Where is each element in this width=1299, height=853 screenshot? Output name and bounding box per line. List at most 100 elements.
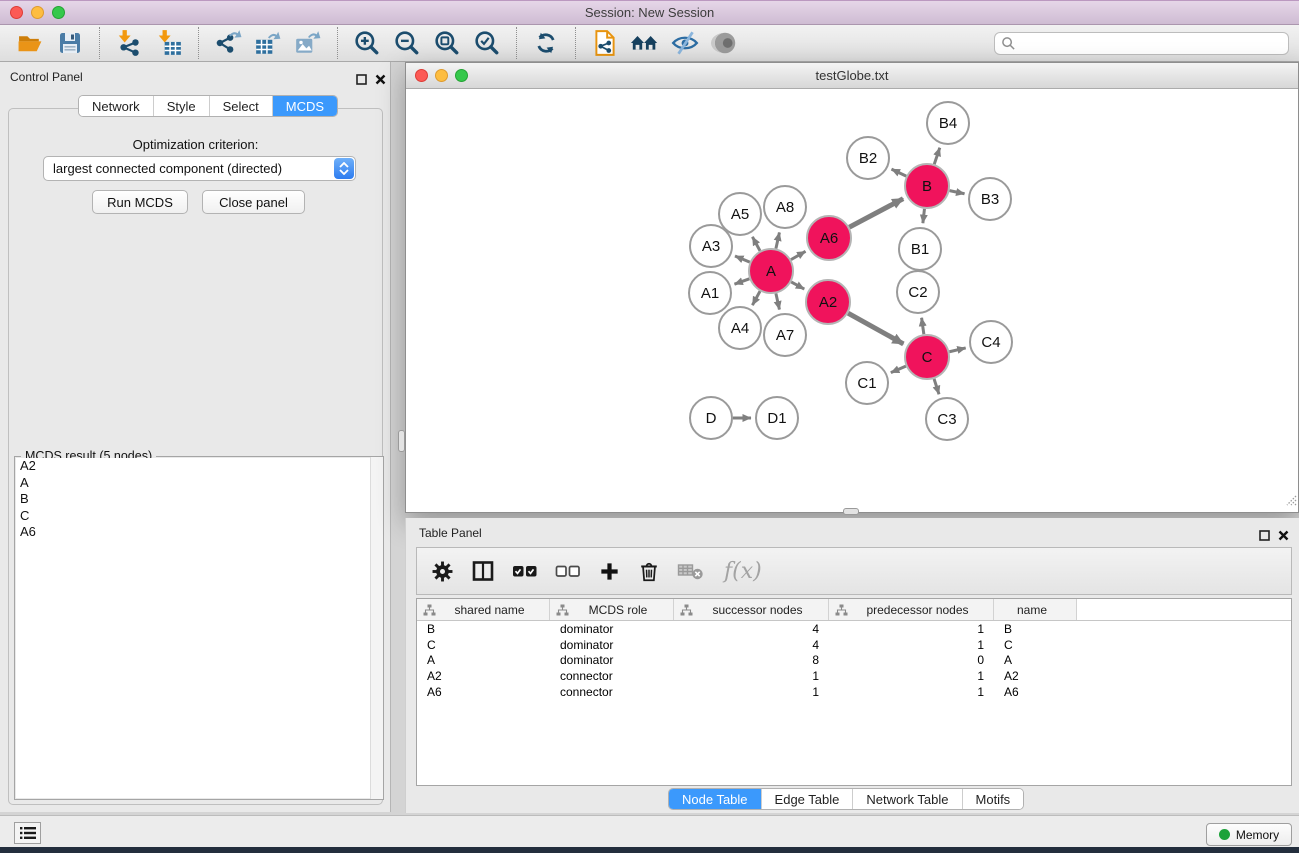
zoom-in-button[interactable] <box>352 28 382 58</box>
zoom-window-button[interactable] <box>52 6 65 19</box>
memory-button[interactable]: Memory <box>1206 823 1292 846</box>
export-table-button[interactable] <box>253 28 283 58</box>
graph-edge-A6-B[interactable] <box>849 199 903 228</box>
deselect-all-rows-button[interactable] <box>555 559 581 583</box>
horizontal-divider-handle[interactable] <box>843 508 859 515</box>
table-row[interactable]: A6connector11A6 <box>417 684 1291 700</box>
mcds-result-list[interactable]: A2ABCA6 <box>16 458 382 798</box>
graph-node-A2[interactable]: A2 <box>806 280 850 324</box>
network-canvas[interactable]: A5A8A6A3AA1A4A7A2B2B4BB3B1C2CC4C1C3DD1 <box>406 89 1298 512</box>
delete-table-button[interactable] <box>677 560 705 582</box>
show-all-button[interactable] <box>710 28 740 58</box>
create-column-button[interactable] <box>598 560 621 583</box>
graph-node-B3[interactable]: B3 <box>969 178 1011 220</box>
graph-edge-A-A2[interactable] <box>791 282 804 289</box>
close-network-window-button[interactable] <box>415 69 428 82</box>
tab-network[interactable]: Network <box>79 96 153 116</box>
result-list-item[interactable]: A <box>16 475 382 492</box>
graph-edge-C-C4[interactable] <box>949 348 965 352</box>
run-mcds-button[interactable]: Run MCDS <box>92 190 188 214</box>
graph-node-B4[interactable]: B4 <box>927 102 969 144</box>
column-visibility-button[interactable] <box>471 559 495 583</box>
close-window-button[interactable] <box>10 6 23 19</box>
column-header-predecessor-nodes[interactable]: predecessor nodes <box>829 599 994 620</box>
graph-edge-B-B4[interactable] <box>934 148 940 165</box>
save-session-button[interactable] <box>55 28 85 58</box>
import-network-button[interactable] <box>114 28 144 58</box>
graph-node-A8[interactable]: A8 <box>764 186 806 228</box>
network-window-titlebar[interactable]: testGlobe.txt <box>406 63 1298 89</box>
result-list-item[interactable]: A6 <box>16 524 382 541</box>
column-header-name[interactable]: name <box>994 599 1077 620</box>
tab-style[interactable]: Style <box>153 96 209 116</box>
zoom-out-button[interactable] <box>392 28 422 58</box>
criterion-dropdown[interactable]: largest connected component (directed) <box>43 156 356 181</box>
graph-node-B1[interactable]: B1 <box>899 228 941 270</box>
select-all-rows-button[interactable] <box>512 559 538 583</box>
tab-select[interactable]: Select <box>209 96 272 116</box>
table-settings-button[interactable] <box>431 560 454 583</box>
resize-grip-icon[interactable] <box>1283 492 1297 511</box>
result-list-item[interactable]: C <box>16 508 382 525</box>
table-row[interactable]: Cdominator41C <box>417 637 1291 653</box>
graph-node-A7[interactable]: A7 <box>764 314 806 356</box>
float-panel-icon[interactable] <box>356 72 367 90</box>
graph-edge-B-B2[interactable] <box>891 169 906 176</box>
network-graph[interactable]: A5A8A6A3AA1A4A7A2B2B4BB3B1C2CC4C1C3DD1 <box>406 89 1298 512</box>
table-row[interactable]: A2connector11A2 <box>417 668 1291 684</box>
graph-edge-A-A6[interactable] <box>791 251 806 259</box>
minimize-network-window-button[interactable] <box>435 69 448 82</box>
search-field[interactable] <box>994 32 1289 55</box>
graph-edge-A-A8[interactable] <box>776 232 780 248</box>
graph-node-C2[interactable]: C2 <box>897 271 939 313</box>
tab-node-table[interactable]: Node Table <box>669 789 761 809</box>
graph-node-D1[interactable]: D1 <box>756 397 798 439</box>
result-list-item[interactable]: A2 <box>16 458 382 475</box>
graph-edge-A-A7[interactable] <box>776 293 780 309</box>
new-network-from-selection-button[interactable] <box>590 28 620 58</box>
tab-network-table[interactable]: Network Table <box>852 789 961 809</box>
graph-node-D[interactable]: D <box>690 397 732 439</box>
graph-edge-A-A1[interactable] <box>734 279 749 284</box>
graph-node-C1[interactable]: C1 <box>846 362 888 404</box>
close-panel-icon[interactable] <box>375 72 386 90</box>
graph-node-C3[interactable]: C3 <box>926 398 968 440</box>
first-neighbors-button[interactable] <box>630 28 660 58</box>
table-row[interactable]: Bdominator41B <box>417 621 1291 637</box>
delete-column-button[interactable] <box>638 560 660 583</box>
graph-node-B[interactable]: B <box>905 164 949 208</box>
graph-node-A1[interactable]: A1 <box>689 272 731 314</box>
table-row[interactable]: Adominator80A <box>417 652 1291 668</box>
graph-edge-A-A4[interactable] <box>752 291 760 305</box>
graph-node-A4[interactable]: A4 <box>719 307 761 349</box>
zoom-network-window-button[interactable] <box>455 69 468 82</box>
graph-node-B2[interactable]: B2 <box>847 137 889 179</box>
search-input[interactable] <box>1016 36 1282 50</box>
graph-edge-B-B3[interactable] <box>950 191 965 194</box>
column-header-shared-name[interactable]: shared name <box>417 599 550 620</box>
graph-node-A3[interactable]: A3 <box>690 225 732 267</box>
tab-edge-table[interactable]: Edge Table <box>761 789 853 809</box>
hide-selected-button[interactable] <box>670 28 700 58</box>
close-panel-button[interactable]: Close panel <box>202 190 305 214</box>
zoom-selected-button[interactable] <box>472 28 502 58</box>
graph-node-A[interactable]: A <box>749 249 793 293</box>
column-header-MCDS-role[interactable]: MCDS role <box>550 599 674 620</box>
result-list-item[interactable]: B <box>16 491 382 508</box>
export-image-button[interactable] <box>293 28 323 58</box>
zoom-fit-button[interactable] <box>432 28 462 58</box>
graph-edge-B-B1[interactable] <box>923 209 925 223</box>
graph-node-C[interactable]: C <box>905 335 949 379</box>
column-header-successor-nodes[interactable]: successor nodes <box>674 599 829 620</box>
graph-node-A5[interactable]: A5 <box>719 193 761 235</box>
import-table-button[interactable] <box>154 28 184 58</box>
graph-edge-A-A5[interactable] <box>752 237 760 251</box>
result-list-scrollbar[interactable] <box>370 457 383 799</box>
tab-mcds[interactable]: MCDS <box>272 96 337 116</box>
graph-edge-A-A3[interactable] <box>735 256 750 262</box>
open-session-button[interactable] <box>15 28 45 58</box>
float-table-panel-icon[interactable] <box>1259 528 1270 546</box>
close-table-panel-icon[interactable] <box>1278 528 1289 546</box>
minimize-window-button[interactable] <box>31 6 44 19</box>
graph-edge-C-C2[interactable] <box>922 318 924 334</box>
